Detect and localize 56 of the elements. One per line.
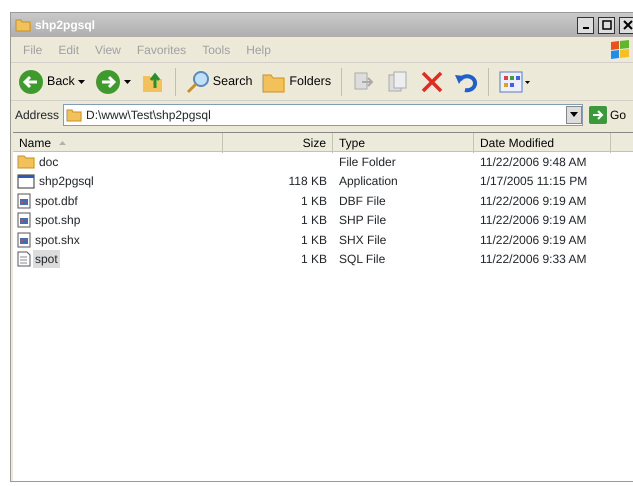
caret-icon [124, 80, 131, 84]
maximize-button[interactable] [598, 16, 615, 34]
column-header[interactable]: Size [223, 133, 333, 153]
date-modified: 11/22/2006 9:48 AM [480, 154, 587, 169]
folders-button[interactable]: Folders [259, 68, 334, 94]
folder-icon [66, 108, 82, 122]
maximize-icon [602, 20, 612, 30]
date-modified: 1/17/2005 11:15 PM [480, 174, 588, 188]
column-header[interactable]: Date Modified [474, 133, 611, 153]
address-field[interactable]: D:\www\Test\shp2pgsql [63, 104, 583, 126]
search-button[interactable]: Search [182, 68, 256, 96]
file-type: Application [339, 174, 398, 188]
window-title: shp2pgsql [35, 17, 96, 34]
go-button[interactable]: Go [588, 106, 628, 124]
folder-icon [17, 154, 35, 170]
data-file-icon [17, 192, 31, 209]
close-icon[interactable] [619, 16, 633, 34]
search-icon [186, 70, 210, 94]
file-type: File Folder [339, 154, 396, 169]
data-file-icon [17, 232, 31, 248]
caret-icon [570, 112, 578, 117]
sort-arrow-icon [59, 141, 66, 145]
file-size: 1 KB [300, 194, 327, 208]
date-modified: 11/22/2006 9:19 AM [480, 232, 587, 247]
date-modified: 11/22/2006 9:19 AM [480, 194, 587, 208]
file-name[interactable]: spot.shx [33, 230, 82, 249]
file-size: 118 KB [288, 174, 327, 188]
address-path: D:\www\Test\shp2pgsql [86, 106, 212, 124]
views-icon [499, 70, 532, 94]
caret-icon [78, 80, 85, 84]
folder-icon [15, 18, 31, 32]
date-modified: 11/22/2006 9:33 AM [480, 252, 587, 266]
file-size: 1 KB [300, 213, 327, 228]
column-header[interactable]: Name [13, 133, 223, 153]
dropdown-button[interactable] [566, 106, 582, 124]
text-file-icon [17, 251, 31, 268]
file-name[interactable]: doc [37, 152, 60, 171]
column-header[interactable]: Type [333, 133, 474, 153]
back-button[interactable]: Back [15, 66, 88, 96]
file-size: 1 KB [300, 232, 327, 247]
delete-icon [420, 70, 444, 94]
data-file-icon [17, 212, 31, 228]
minimize-button[interactable] [577, 16, 594, 34]
address-label: Address [15, 106, 60, 124]
application-icon [17, 174, 35, 189]
file-name[interactable]: spot [33, 250, 60, 268]
file-name[interactable]: spot.shp [33, 211, 82, 230]
file-type: SHX File [339, 232, 386, 247]
file-name[interactable]: shp2pgsql [37, 172, 96, 190]
file-size: 1 KB [300, 252, 327, 266]
file-name[interactable]: spot.dbf [33, 192, 80, 210]
file-type: SQL File [339, 252, 386, 266]
date-modified: 11/22/2006 9:19 AM [480, 213, 587, 228]
file-type: SHP File [339, 213, 386, 228]
windows-flag-icon [608, 38, 632, 60]
file-type: DBF File [339, 194, 386, 208]
